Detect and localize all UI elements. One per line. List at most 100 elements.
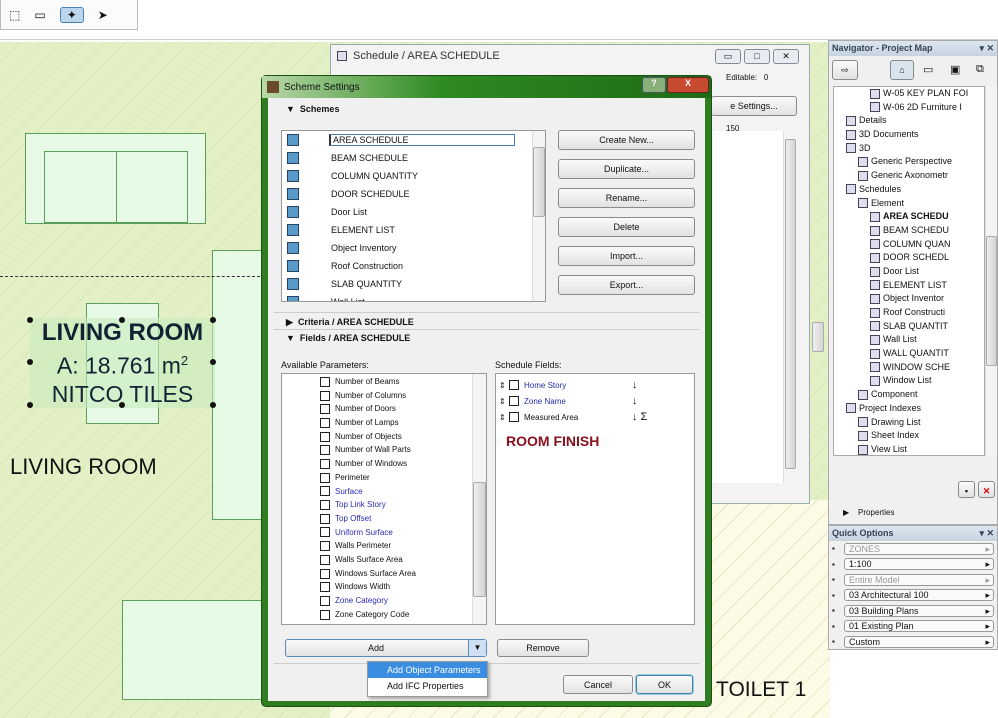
chevron-down-icon[interactable]: ▼ xyxy=(468,640,486,656)
zone-stamp[interactable]: LIVING ROOM A: 18.761 m2 NITCO TILES xyxy=(30,318,215,408)
tree-item[interactable]: Wall List xyxy=(834,333,984,347)
scheme-button-import[interactable]: Import... xyxy=(558,246,695,266)
panel-menu-close-icon[interactable]: ▾ ✕ xyxy=(979,528,994,539)
cancel-button[interactable]: Cancel xyxy=(563,675,633,694)
tree-item[interactable]: Details xyxy=(834,114,984,128)
parameter-list-item[interactable]: Number of Beams xyxy=(282,375,486,389)
tree-item[interactable]: Project Indexes xyxy=(834,402,984,416)
sort-sum-flags[interactable]: ↓ Σ xyxy=(632,411,647,423)
menu-item-add-ifc-properties[interactable]: Add IFC Properties xyxy=(368,678,487,695)
schemes-scrollbar[interactable] xyxy=(532,131,545,301)
tree-item[interactable]: ELEMENT LIST xyxy=(834,279,984,293)
tree-scrollbar[interactable] xyxy=(985,86,997,456)
tree-item[interactable]: AREA SCHEDU xyxy=(834,210,984,224)
selection-handle[interactable] xyxy=(27,317,33,323)
add-button[interactable]: Add ▼ xyxy=(285,639,487,657)
quick-option-select[interactable]: 03 Architectural 100 ▸ xyxy=(844,589,994,602)
fields-section-toggle[interactable]: ▼ Fields / AREA SCHEDULE xyxy=(286,333,410,343)
scheme-button-delete[interactable]: Delete xyxy=(558,217,695,237)
publisher-tab[interactable]: ⧉ xyxy=(976,63,984,76)
close-dialog-button[interactable]: X xyxy=(667,77,709,93)
parameter-list-item[interactable]: Number of Windows xyxy=(282,457,486,471)
tree-item[interactable]: W-06 2D Furniture I xyxy=(834,101,984,115)
scheme-list-item[interactable]: ELEMENT LIST xyxy=(282,221,545,239)
scheme-list-item[interactable]: Roof Construction xyxy=(282,257,545,275)
selection-handle[interactable] xyxy=(119,317,125,323)
parameter-list-item[interactable]: Top Link Story xyxy=(282,498,486,512)
parameter-list-item[interactable]: Surface xyxy=(282,485,486,499)
scheme-list-item[interactable]: Door List xyxy=(282,203,545,221)
sort-sum-flags[interactable]: ↓ xyxy=(632,395,638,407)
selection-handle[interactable] xyxy=(210,402,216,408)
schedule-field-item[interactable]: ⇕ Zone Name ↓ xyxy=(496,393,694,409)
parameter-list-item[interactable]: Number of Doors xyxy=(282,402,486,416)
scheme-list-item[interactable]: Wall List xyxy=(282,293,545,301)
layout-book-tab[interactable]: ▣ xyxy=(950,63,960,76)
tree-item[interactable]: Object Inventor xyxy=(834,292,984,306)
marquee-icon[interactable]: ⬚ xyxy=(9,8,20,22)
tree-item[interactable]: Schedules xyxy=(834,183,984,197)
parameter-list-item[interactable]: Uniform Surface xyxy=(282,526,486,540)
parameters-scrollbar[interactable] xyxy=(472,374,486,624)
selection-handle[interactable] xyxy=(210,317,216,323)
scheme-button-createnew[interactable]: Create New... xyxy=(558,130,695,150)
schedule-field-item[interactable]: ⇕ Home Story ↓ xyxy=(496,377,694,393)
parameter-list-item[interactable]: Zone Category Code xyxy=(282,608,486,622)
tree-item[interactable]: Drawing List xyxy=(834,416,984,430)
tree-item[interactable]: Roof Constructi xyxy=(834,306,984,320)
selection-handle[interactable] xyxy=(27,359,33,365)
scheme-button-rename[interactable]: Rename... xyxy=(558,188,695,208)
delete-item-button[interactable]: ✕ xyxy=(978,481,995,498)
help-button[interactable]: ? xyxy=(642,77,666,93)
scheme-button-export[interactable]: Export... xyxy=(558,275,695,295)
scheme-list-item[interactable]: SLAB QUANTITY xyxy=(282,275,545,293)
parameter-list-item[interactable]: Number of Wall Parts xyxy=(282,443,486,457)
tree-item[interactable]: BEAM SCHEDU xyxy=(834,224,984,238)
close-window-button[interactable]: ✕ xyxy=(773,49,799,64)
new-item-button[interactable]: ▪ xyxy=(958,481,975,498)
tree-item[interactable]: COLUMN QUAN xyxy=(834,238,984,252)
quick-option-select[interactable]: 1:100 ▸ xyxy=(844,558,994,571)
remove-button[interactable]: Remove xyxy=(497,639,589,657)
schemes-section-toggle[interactable]: ▼ Schemes xyxy=(286,104,339,114)
parameter-list-item[interactable]: Windows Width xyxy=(282,580,486,594)
rectangle-select-icon[interactable]: ▭ xyxy=(34,8,45,22)
parameter-list-item[interactable]: Top Offset xyxy=(282,512,486,526)
parameter-list-item[interactable]: Number of Objects xyxy=(282,430,486,444)
tree-item[interactable]: Sheet Index xyxy=(834,429,984,443)
reorder-handle-icon[interactable]: ⇕ xyxy=(499,413,509,422)
parameter-list-item[interactable]: Number of Columns xyxy=(282,389,486,403)
reorder-handle-icon[interactable]: ⇕ xyxy=(499,397,509,406)
schedule-scrollbar[interactable] xyxy=(783,131,797,483)
tree-item[interactable]: 3D xyxy=(834,142,984,156)
tree-item[interactable]: View List xyxy=(834,443,984,455)
tree-item[interactable]: DOOR SCHEDL xyxy=(834,251,984,265)
tree-item[interactable]: Door List xyxy=(834,265,984,279)
tree-item[interactable]: W-05 KEY PLAN FOI xyxy=(834,87,984,101)
schedule-field-item[interactable]: ⇕ Measured Area ↓ Σ xyxy=(496,409,694,425)
quick-option-select[interactable]: ZONES ▸ xyxy=(844,542,994,555)
quick-option-select[interactable]: 03 Building Plans ▸ xyxy=(844,604,994,617)
sort-sum-flags[interactable]: ↓ xyxy=(632,379,638,391)
criteria-section-toggle[interactable]: ▶ Criteria / AREA SCHEDULE xyxy=(286,317,414,328)
scheme-settings-button[interactable]: e Settings... xyxy=(711,96,797,116)
reorder-handle-icon[interactable]: ⇕ xyxy=(499,381,509,390)
tree-item[interactable]: Generic Axonometr xyxy=(834,169,984,183)
quick-option-select[interactable]: Entire Model ▸ xyxy=(844,573,994,586)
scheme-list-item[interactable]: BEAM SCHEDULE xyxy=(282,149,545,167)
menu-item-add-object-parameters[interactable]: Add Object Parameters xyxy=(368,662,487,678)
selection-handle[interactable] xyxy=(119,402,125,408)
selection-handle[interactable] xyxy=(210,359,216,365)
tree-item[interactable]: WINDOW SCHE xyxy=(834,361,984,375)
scheme-list-item[interactable]: DOOR SCHEDULE xyxy=(282,185,545,203)
panel-menu-close-icon[interactable]: ▾ ✕ xyxy=(979,43,994,54)
arrow-pointer-icon[interactable]: ➤ xyxy=(98,8,108,22)
scheme-list-item[interactable]: COLUMN QUANTITY xyxy=(282,167,545,185)
quick-option-select[interactable]: Custom ▸ xyxy=(844,635,994,648)
minimize-button[interactable]: ▭ xyxy=(715,49,741,64)
properties-toggle[interactable]: ▶ Properties xyxy=(843,508,895,517)
quick-option-select[interactable]: 01 Existing Plan ▸ xyxy=(844,620,994,633)
selection-handle[interactable] xyxy=(27,402,33,408)
tree-item[interactable]: Generic Perspective xyxy=(834,155,984,169)
tree-item[interactable]: Element xyxy=(834,197,984,211)
